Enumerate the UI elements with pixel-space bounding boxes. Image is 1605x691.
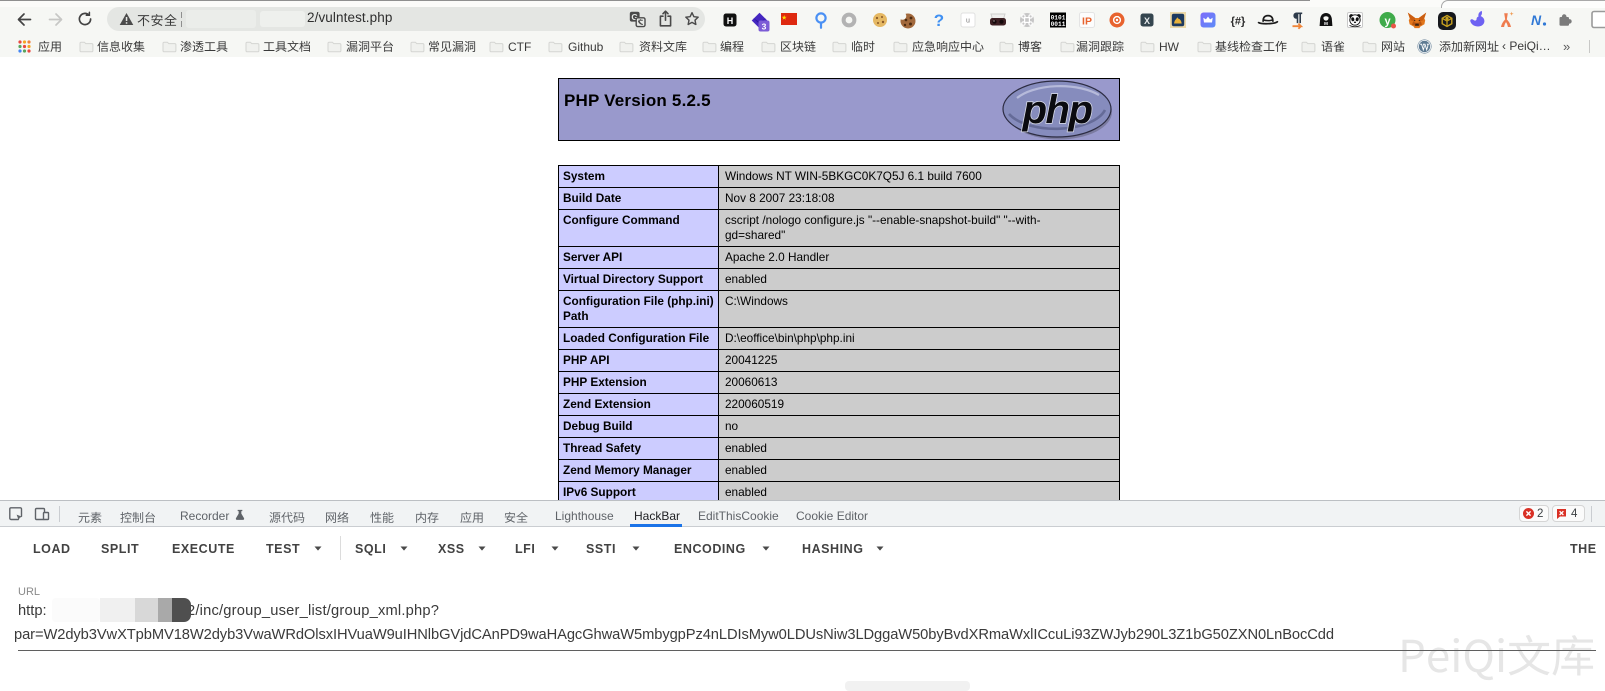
svg-text:3: 3 bbox=[762, 22, 767, 32]
svg-text:N: N bbox=[1531, 12, 1542, 28]
svg-text:php: php bbox=[1022, 88, 1093, 132]
svg-text:{#}: {#} bbox=[1231, 16, 1246, 28]
svg-text:X: X bbox=[1144, 16, 1150, 26]
svg-text:0011: 0011 bbox=[1051, 21, 1066, 28]
svg-text:M: M bbox=[1324, 21, 1328, 26]
svg-text:IP: IP bbox=[1082, 16, 1092, 28]
svg-text:y: y bbox=[1384, 16, 1391, 28]
svg-text:?: ? bbox=[934, 11, 944, 30]
svg-text:u: u bbox=[966, 18, 970, 25]
svg-text:H: H bbox=[727, 16, 734, 26]
